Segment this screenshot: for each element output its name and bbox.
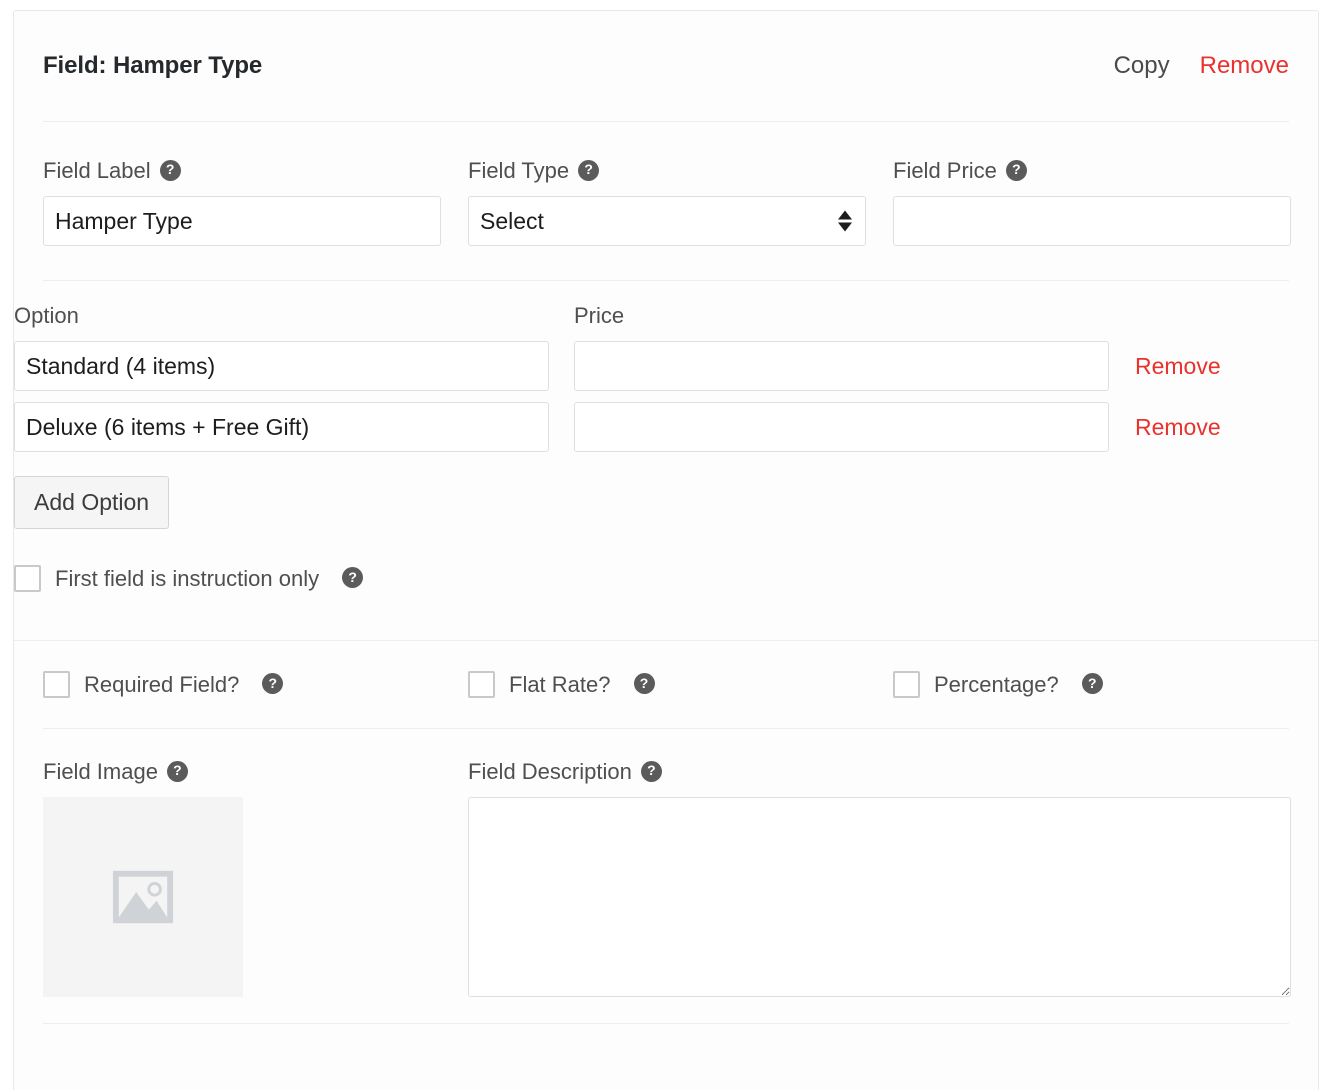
divider-bottom bbox=[43, 1023, 1289, 1024]
options-section: Option Price Remove Remove Add Option Fi… bbox=[14, 281, 1318, 641]
help-icon-percentage[interactable]: ? bbox=[1081, 673, 1103, 694]
flags-row: Required Field? ? Flat Rate? ? Percentag… bbox=[43, 641, 1289, 728]
field-image-caption-text: Field Image bbox=[43, 759, 158, 784]
field-type-group: Field Type ? bbox=[468, 158, 866, 246]
percentage-group: Percentage? ? bbox=[893, 671, 1289, 698]
media-section: Field Image ? Field Description ? bbox=[14, 729, 1318, 1024]
price-column-header: Price bbox=[574, 303, 625, 328]
field-price-input[interactable] bbox=[893, 196, 1291, 246]
field-type-select[interactable] bbox=[468, 196, 866, 246]
field-label-caption-text: Field Label bbox=[43, 158, 151, 183]
field-image-caption: Field Image ? bbox=[43, 759, 468, 785]
required-field-group: Required Field? ? bbox=[43, 671, 468, 698]
flags-section: Required Field? ? Flat Rate? ? Percentag… bbox=[14, 641, 1318, 729]
header-actions: Copy Remove bbox=[1114, 52, 1289, 80]
instruction-only-label[interactable]: First field is instruction only bbox=[55, 566, 319, 592]
field-description-group: Field Description ? bbox=[468, 759, 1291, 1002]
copy-field-button[interactable]: Copy bbox=[1114, 52, 1170, 80]
field-type-caption: Field Type ? bbox=[468, 158, 866, 184]
help-icon-field-price[interactable]: ? bbox=[1005, 159, 1027, 181]
primary-fields-row: Field Label ? Field Type ? bbox=[43, 122, 1291, 280]
options-table-header: Option Price bbox=[14, 303, 1318, 329]
field-image-group: Field Image ? bbox=[43, 759, 468, 1002]
field-price-caption: Field Price ? bbox=[893, 158, 1291, 184]
remove-option-button[interactable]: Remove bbox=[1109, 414, 1318, 441]
flat-rate-group: Flat Rate? ? bbox=[468, 671, 893, 698]
option-row: Remove bbox=[14, 402, 1318, 452]
field-description-textarea[interactable] bbox=[468, 797, 1291, 997]
field-description-caption-text: Field Description bbox=[468, 759, 632, 784]
add-option-button[interactable]: Add Option bbox=[14, 476, 170, 529]
flat-rate-label[interactable]: Flat Rate? bbox=[509, 672, 611, 698]
field-type-select-wrap bbox=[468, 196, 866, 246]
field-label-caption: Field Label ? bbox=[43, 158, 441, 184]
instruction-only-group: First field is instruction only ? bbox=[14, 565, 1318, 592]
help-icon-flat-rate[interactable]: ? bbox=[633, 673, 655, 694]
media-row: Field Image ? Field Description ? bbox=[43, 729, 1291, 1002]
option-column-header: Option bbox=[14, 303, 79, 328]
percentage-label[interactable]: Percentage? bbox=[934, 672, 1059, 698]
percentage-checkbox[interactable] bbox=[893, 671, 920, 698]
required-field-label[interactable]: Required Field? bbox=[84, 672, 239, 698]
field-label-group: Field Label ? bbox=[43, 158, 441, 246]
gap-1 bbox=[441, 158, 468, 246]
option-price-input[interactable] bbox=[574, 341, 1109, 391]
image-placeholder-icon bbox=[112, 870, 174, 924]
gap-2 bbox=[866, 158, 893, 246]
required-field-checkbox[interactable] bbox=[43, 671, 70, 698]
help-icon-field-type[interactable]: ? bbox=[578, 159, 600, 181]
panel-header: Field: Hamper Type Copy Remove bbox=[14, 11, 1318, 121]
field-price-caption-text: Field Price bbox=[893, 158, 997, 183]
option-price-input[interactable] bbox=[574, 402, 1109, 452]
option-name-input[interactable] bbox=[14, 402, 549, 452]
primary-fields-section: Field Label ? Field Type ? bbox=[14, 122, 1318, 281]
instruction-only-row: First field is instruction only ? bbox=[14, 529, 1318, 640]
gap-3 bbox=[549, 303, 574, 329]
instruction-only-checkbox[interactable] bbox=[14, 565, 41, 592]
field-editor-panel: Field: Hamper Type Copy Remove Field Lab… bbox=[13, 10, 1319, 1090]
field-price-group: Field Price ? bbox=[893, 158, 1291, 246]
remove-option-button[interactable]: Remove bbox=[1109, 353, 1318, 380]
help-icon-required-field[interactable]: ? bbox=[262, 673, 284, 694]
field-type-caption-text: Field Type bbox=[468, 158, 570, 183]
help-icon-field-image[interactable]: ? bbox=[166, 760, 188, 782]
help-icon-field-description[interactable]: ? bbox=[640, 760, 662, 782]
help-icon-instruction-only[interactable]: ? bbox=[342, 567, 364, 588]
field-description-caption: Field Description ? bbox=[468, 759, 1291, 785]
option-name-input[interactable] bbox=[14, 341, 549, 391]
page-title: Field: Hamper Type bbox=[43, 52, 263, 79]
field-image-upload-box[interactable] bbox=[43, 797, 243, 997]
field-label-input[interactable] bbox=[43, 196, 441, 246]
gap-4 bbox=[1109, 303, 1318, 329]
option-row: Remove bbox=[14, 341, 1318, 391]
flat-rate-checkbox[interactable] bbox=[468, 671, 495, 698]
help-icon-field-label[interactable]: ? bbox=[159, 159, 181, 181]
remove-field-button[interactable]: Remove bbox=[1200, 52, 1289, 80]
